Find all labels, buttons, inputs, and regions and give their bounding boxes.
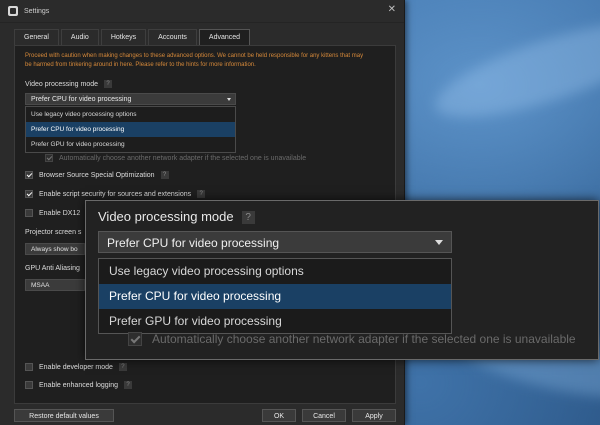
zoom-callout: Video processing mode? Prefer CPU for vi… xyxy=(85,200,599,360)
cancel-button[interactable]: Cancel xyxy=(302,409,346,422)
enhanced-logging-checkbox[interactable]: Enable enhanced logging? xyxy=(25,381,133,389)
checkbox[interactable] xyxy=(45,154,53,162)
video-processing-selected: Prefer CPU for video processing xyxy=(31,96,132,103)
enhanced-logging-label: Enable enhanced logging xyxy=(39,381,119,389)
zoom-network-adapter-auto-label: Automatically choose another network ada… xyxy=(152,332,576,346)
tab-bar: General Audio Hotkeys Accounts Advanced xyxy=(14,29,252,45)
warning-text: Proceed with caution when making changes… xyxy=(25,53,364,68)
gpu-aa-select[interactable]: MSAA xyxy=(25,279,85,291)
checkbox[interactable] xyxy=(25,171,33,179)
checkbox[interactable] xyxy=(25,190,33,198)
network-adapter-auto-label: Automatically choose another network ada… xyxy=(59,154,307,162)
tab-hotkeys[interactable]: Hotkeys xyxy=(100,29,147,45)
projector-label: Projector screen s xyxy=(25,229,82,236)
title-bar: Settings ✕ xyxy=(0,0,404,23)
zoom-video-processing-option[interactable]: Prefer GPU for video processing xyxy=(99,309,451,334)
checkbox[interactable] xyxy=(25,363,33,371)
window-title: Settings xyxy=(24,7,50,15)
help-icon[interactable]: ? xyxy=(241,211,255,225)
video-processing-label: Video processing mode? xyxy=(25,80,113,88)
zoom-video-processing-selected: Prefer CPU for video processing xyxy=(107,236,280,250)
enable-dx12-checkbox[interactable]: Enable DX12 xyxy=(25,209,80,217)
zoom-video-processing-option[interactable]: Prefer CPU for video processing xyxy=(99,284,451,309)
zoom-video-processing-label-text: Video processing mode xyxy=(98,209,234,224)
help-icon[interactable]: ? xyxy=(118,363,127,371)
checkbox[interactable] xyxy=(25,209,33,217)
script-security-label: Enable script security for sources and e… xyxy=(39,190,192,198)
video-processing-option[interactable]: Prefer GPU for video processing xyxy=(26,137,235,152)
network-adapter-auto-checkbox[interactable]: Automatically choose another network ada… xyxy=(45,154,306,162)
zoom-network-adapter-auto-checkbox[interactable]: Automatically choose another network ada… xyxy=(128,332,576,346)
help-icon[interactable]: ? xyxy=(197,190,206,198)
checkbox[interactable] xyxy=(25,381,33,389)
script-security-checkbox[interactable]: Enable script security for sources and e… xyxy=(25,190,206,198)
zoom-video-processing-option[interactable]: Use legacy video processing options xyxy=(99,259,451,284)
gpu-aa-label: GPU Anti Aliasing xyxy=(25,265,80,272)
help-icon[interactable]: ? xyxy=(104,80,113,88)
video-processing-label-text: Video processing mode xyxy=(25,80,99,88)
checkbox[interactable] xyxy=(128,332,142,346)
zoom-video-processing-dropdown: Use legacy video processing options Pref… xyxy=(98,258,452,334)
chevron-down-icon xyxy=(227,98,231,101)
tab-audio[interactable]: Audio xyxy=(60,29,99,45)
help-icon[interactable]: ? xyxy=(160,171,169,179)
browser-source-optimization-label: Browser Source Special Optimization xyxy=(39,171,155,179)
developer-mode-label: Enable developer mode xyxy=(39,363,113,371)
developer-mode-checkbox[interactable]: Enable developer mode? xyxy=(25,363,127,371)
ok-button[interactable]: OK xyxy=(262,409,296,422)
app-logo-icon xyxy=(8,6,18,16)
video-processing-dropdown: Use legacy video processing options Pref… xyxy=(25,106,236,153)
restore-defaults-button[interactable]: Restore default values xyxy=(14,409,114,422)
chevron-down-icon xyxy=(435,240,443,245)
close-icon[interactable]: ✕ xyxy=(388,5,396,15)
video-processing-select[interactable]: Prefer CPU for video processing xyxy=(25,93,236,105)
tab-advanced[interactable]: Advanced xyxy=(198,29,251,45)
desktop-highlight xyxy=(426,4,600,136)
video-processing-option[interactable]: Use legacy video processing options xyxy=(26,107,235,122)
zoom-video-processing-select[interactable]: Prefer CPU for video processing xyxy=(98,231,452,253)
enable-dx12-label: Enable DX12 xyxy=(39,209,81,217)
zoom-video-processing-label: Video processing mode? xyxy=(98,209,255,225)
video-processing-option[interactable]: Prefer CPU for video processing xyxy=(26,122,235,137)
browser-source-optimization-checkbox[interactable]: Browser Source Special Optimization? xyxy=(25,171,169,179)
apply-button[interactable]: Apply xyxy=(352,409,396,422)
tab-accounts[interactable]: Accounts xyxy=(148,29,197,45)
help-icon[interactable]: ? xyxy=(124,381,133,389)
tab-general[interactable]: General xyxy=(14,29,59,45)
projector-select[interactable]: Always show bo xyxy=(25,243,85,255)
